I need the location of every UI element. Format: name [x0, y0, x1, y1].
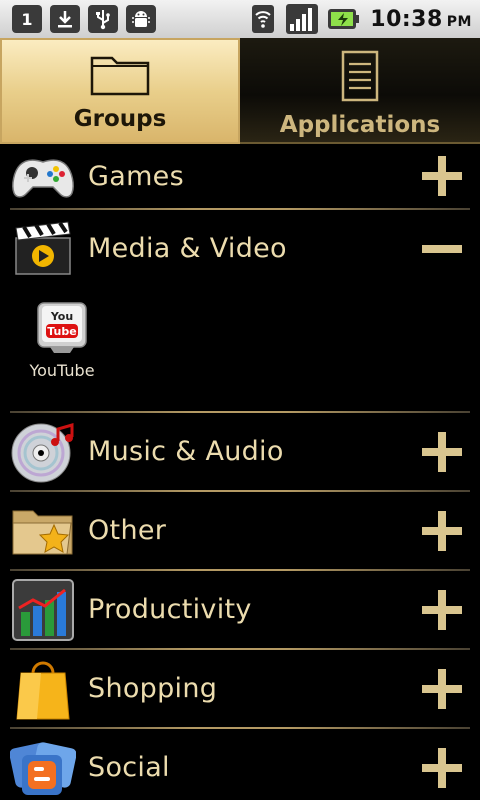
- list-icon: [340, 50, 380, 106]
- gamepad-icon: [10, 143, 76, 209]
- app-name: YouTube: [29, 361, 95, 380]
- battery-charging-icon: [328, 8, 360, 30]
- tab-applications-label: Applications: [279, 112, 441, 138]
- group-label: Games: [88, 160, 184, 192]
- shopping-bag-icon: [10, 656, 76, 722]
- tab-groups[interactable]: Groups: [0, 38, 240, 144]
- group-label: Social: [88, 752, 170, 783]
- tab-bar: Groups Applications: [0, 38, 480, 144]
- youtube-logo-top: You: [50, 310, 73, 323]
- group-list: Games Media & Video You Tube YouTube Mus…: [0, 144, 480, 800]
- app-tile-youtube[interactable]: You Tube YouTube: [26, 301, 98, 380]
- status-bar: 1 10:38 PM: [0, 0, 480, 38]
- tab-groups-label: Groups: [73, 106, 167, 132]
- group-label: Shopping: [88, 673, 218, 704]
- expand-plus-icon[interactable]: [420, 746, 464, 790]
- folder-star-icon: [10, 498, 76, 564]
- group-apps-media-video: You Tube YouTube: [0, 287, 480, 411]
- notification-count: 1: [21, 9, 33, 29]
- signal-icon: [286, 4, 319, 34]
- folder-icon: [90, 52, 150, 100]
- youtube-logo-bottom: Tube: [47, 325, 76, 338]
- usb-icon[interactable]: [88, 5, 118, 33]
- group-label: Media & Video: [88, 233, 287, 264]
- notification-1-icon[interactable]: 1: [12, 5, 42, 33]
- expand-plus-icon[interactable]: [420, 509, 464, 553]
- bar-chart-icon: [10, 577, 76, 643]
- blogger-icon: [10, 735, 76, 800]
- collapse-minus-icon[interactable]: [420, 227, 464, 271]
- group-row-music-audio[interactable]: Music & Audio: [0, 413, 480, 490]
- group-label: Other: [88, 515, 167, 546]
- youtube-icon: You Tube: [37, 302, 87, 353]
- group-row-social[interactable]: Social: [0, 729, 480, 800]
- group-row-media-video[interactable]: Media & Video: [0, 210, 480, 287]
- download-icon[interactable]: [50, 5, 80, 33]
- group-row-other[interactable]: Other: [0, 492, 480, 569]
- clapperboard-icon: [10, 216, 76, 282]
- group-row-shopping[interactable]: Shopping: [0, 650, 480, 727]
- expand-plus-icon[interactable]: [420, 588, 464, 632]
- group-row-productivity[interactable]: Productivity: [0, 571, 480, 648]
- group-label: Music & Audio: [88, 436, 284, 467]
- wifi-icon: [250, 4, 276, 34]
- tab-applications[interactable]: Applications: [240, 38, 480, 144]
- clock: 10:38 PM: [370, 6, 472, 32]
- cd-music-icon: [10, 419, 76, 485]
- expand-plus-icon[interactable]: [420, 430, 464, 474]
- group-row-games[interactable]: Games: [0, 144, 480, 208]
- group-label: Productivity: [88, 594, 252, 625]
- android-debug-icon[interactable]: [126, 5, 156, 33]
- expand-plus-icon[interactable]: [420, 667, 464, 711]
- expand-plus-icon[interactable]: [420, 154, 464, 198]
